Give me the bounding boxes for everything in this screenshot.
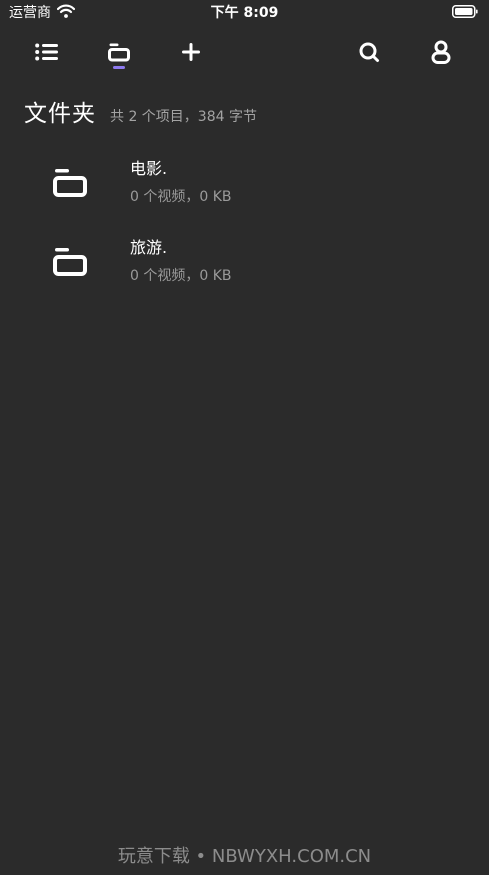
- clock: 下午 8:09: [210, 5, 279, 21]
- folder-name: 电影.: [130, 159, 168, 178]
- folder-summary: 共 2 个项目，384 字节: [110, 109, 257, 125]
- folder-icon: [108, 43, 130, 62]
- status-bar: 运营商 下午 8:09: [0, 0, 489, 26]
- active-tab-indicator: [113, 66, 125, 69]
- page-header: 文件夹 共 2 个项目，384 字节: [24, 94, 257, 128]
- toolbar: [0, 30, 489, 74]
- folder-meta: 0 个视频，0 KB: [130, 189, 232, 205]
- battery-icon: [452, 5, 478, 18]
- list-icon: [35, 43, 58, 61]
- folder-list: 电影. 0 个视频，0 KB 旅游. 0 个视频，0 KB: [0, 148, 489, 306]
- user-icon: [431, 40, 451, 64]
- folder-name: 旅游.: [130, 238, 168, 257]
- folder-icon: [53, 248, 87, 276]
- tab-folders[interactable]: [103, 36, 135, 68]
- folder-icon: [53, 169, 87, 197]
- profile-button[interactable]: [425, 36, 457, 68]
- plus-icon: [182, 43, 200, 61]
- list-item-folder-movies[interactable]: 电影. 0 个视频，0 KB: [0, 148, 489, 227]
- folder-meta: 0 个视频，0 KB: [130, 268, 232, 284]
- menu-button[interactable]: [31, 36, 63, 68]
- search-button[interactable]: [353, 36, 385, 68]
- add-button[interactable]: [175, 36, 207, 68]
- search-icon: [359, 42, 379, 62]
- page-title: 文件夹: [24, 101, 96, 127]
- list-item-folder-travel[interactable]: 旅游. 0 个视频，0 KB: [0, 227, 489, 306]
- watermark: 玩意下载 • NBWYXH.COM.CN: [117, 846, 372, 867]
